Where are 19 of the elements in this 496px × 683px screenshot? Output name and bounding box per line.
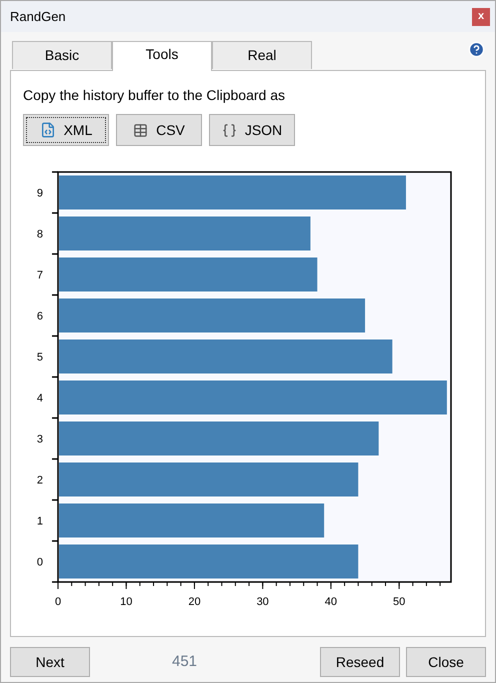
axis-label: 2 — [36, 474, 43, 486]
axis-label: 3 — [36, 434, 43, 446]
axis-label: 5 — [36, 352, 43, 364]
axis-label: 4 — [36, 392, 43, 404]
axis-label: 1 — [36, 516, 43, 528]
instruction-text: Copy the history buffer to the Clipboard as — [23, 86, 286, 105]
axis-label: 7 — [36, 270, 43, 282]
axis-label: 50 — [393, 596, 406, 608]
axis-label: 40 — [324, 596, 338, 608]
axis-label: 10 — [120, 596, 132, 608]
window-title: RandGen — [10, 8, 66, 26]
axis-label: 20 — [188, 596, 201, 608]
axis-label: 9 — [36, 188, 43, 200]
axis-label: 6 — [36, 310, 43, 322]
axis-label: 8 — [36, 228, 43, 240]
count-label: 451 — [172, 652, 198, 672]
axis-label: 30 — [256, 596, 269, 608]
axis-label: 0 — [36, 556, 43, 568]
axis-label: 0 — [54, 596, 62, 608]
